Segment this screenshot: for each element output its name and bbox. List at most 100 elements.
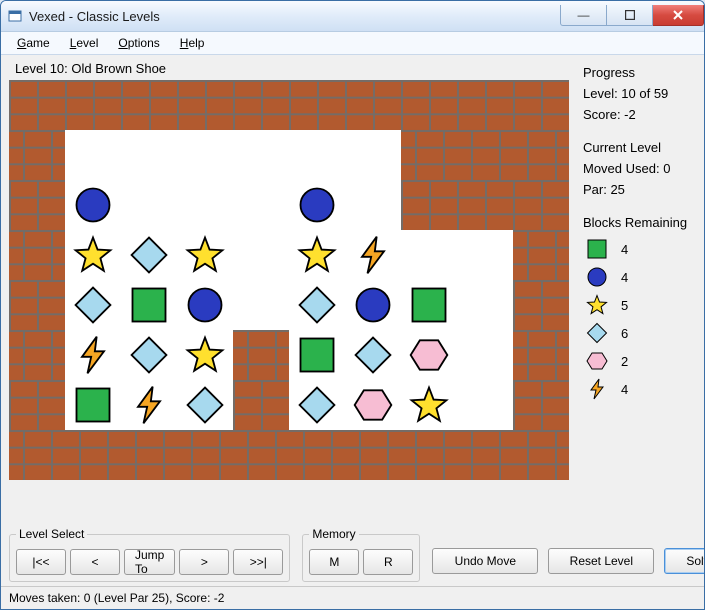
yellow-star-icon [71, 233, 115, 277]
lightblue-diamond-block[interactable] [65, 280, 121, 330]
reset-level-button[interactable]: Reset Level [548, 548, 654, 574]
blocks-remaining-row: 4 [583, 264, 694, 290]
prev-level-button[interactable]: < [70, 549, 120, 575]
first-level-button[interactable]: |<< [16, 549, 66, 575]
client-area: Level 10: Old Brown Shoe Progress Level:… [1, 55, 704, 586]
blocks-remaining-row: 2 [583, 348, 694, 374]
yellow-star-icon [407, 383, 451, 427]
solve-level-button[interactable]: Solve Level [664, 548, 705, 574]
blue-circle-block[interactable] [65, 180, 121, 230]
maximize-button[interactable] [607, 5, 653, 26]
memory-m-button[interactable]: M [309, 549, 359, 575]
green-square-block[interactable] [65, 380, 121, 430]
pink-hexagon-block[interactable] [345, 380, 401, 430]
memory-legend: Memory [309, 527, 358, 541]
lightblue-diamond-block[interactable] [177, 380, 233, 430]
current-moves: Moved Used: 0 [583, 161, 694, 176]
wall-cell [513, 330, 569, 380]
action-buttons: Undo Move Reset Level Solve Level [432, 534, 705, 580]
wall-cell [233, 330, 289, 380]
status-text: Moves taken: 0 (Level Par 25), Score: -2 [9, 591, 224, 605]
wall-cell [513, 430, 569, 480]
menu-help[interactable]: Help [172, 34, 213, 52]
wall-cell [513, 180, 569, 230]
menu-level[interactable]: Level [62, 34, 107, 52]
progress-score: Score: -2 [583, 107, 694, 122]
blue-circle-block[interactable] [345, 280, 401, 330]
lightblue-diamond-block[interactable] [289, 280, 345, 330]
lightblue-diamond-block[interactable] [121, 230, 177, 280]
wall-cell [513, 280, 569, 330]
green-square-icon [127, 283, 171, 327]
yellow-star-block[interactable] [289, 230, 345, 280]
yellow-star-block[interactable] [177, 330, 233, 380]
yellow-bolt-block[interactable] [65, 330, 121, 380]
wall-cell [401, 80, 457, 130]
lightblue-diamond-icon [295, 383, 339, 427]
undo-move-button[interactable]: Undo Move [432, 548, 538, 574]
lightblue-diamond-block[interactable] [121, 330, 177, 380]
wall-cell [177, 430, 233, 480]
yellow-star-block[interactable] [401, 380, 457, 430]
empty-cell [233, 230, 289, 280]
blocks-remaining-count: 5 [621, 298, 628, 313]
wall-cell [345, 430, 401, 480]
lightblue-diamond-block[interactable] [289, 380, 345, 430]
titlebar: Vexed - Classic Levels — [1, 1, 704, 32]
yellow-star-block[interactable] [65, 230, 121, 280]
yellow-star-icon [183, 233, 227, 277]
yellow-star-icon [295, 233, 339, 277]
next-level-button[interactable]: > [179, 549, 229, 575]
menu-game[interactable]: Game [9, 34, 58, 52]
blocks-remaining-row: 6 [583, 320, 694, 346]
yellow-bolt-block[interactable] [345, 230, 401, 280]
wall-cell [401, 430, 457, 480]
memory-r-button[interactable]: R [363, 549, 413, 575]
app-window: Vexed - Classic Levels — Game Level Opti… [0, 0, 705, 610]
yellow-bolt-icon [583, 376, 611, 402]
level-title: Level 10: Old Brown Shoe [7, 59, 571, 80]
jump-to-button[interactable]: Jump To [124, 549, 175, 575]
window-title: Vexed - Classic Levels [29, 9, 560, 24]
blocks-remaining-count: 4 [621, 242, 628, 257]
pink-hexagon-icon [351, 383, 395, 427]
game-board[interactable] [9, 80, 569, 480]
level-select-group: Level Select |<< < Jump To > >>| [9, 534, 290, 582]
green-square-icon [407, 283, 451, 327]
wall-cell [177, 80, 233, 130]
lightblue-diamond-icon [127, 333, 171, 377]
empty-cell [345, 130, 401, 180]
minimize-button[interactable]: — [560, 5, 607, 26]
game-area: Level 10: Old Brown Shoe [7, 59, 571, 530]
close-button[interactable] [653, 5, 704, 26]
statusbar: Moves taken: 0 (Level Par 25), Score: -2 [1, 586, 704, 609]
empty-cell [457, 280, 513, 330]
green-square-block[interactable] [121, 280, 177, 330]
wall-cell [401, 180, 457, 230]
empty-cell [233, 180, 289, 230]
pink-hexagon-block[interactable] [401, 330, 457, 380]
yellow-star-block[interactable] [177, 230, 233, 280]
green-square-block[interactable] [289, 330, 345, 380]
lightblue-diamond-icon [127, 233, 171, 277]
level-select-legend: Level Select [16, 527, 87, 541]
empty-cell [65, 130, 121, 180]
menu-options[interactable]: Options [110, 34, 167, 52]
blocks-remaining-row: 4 [583, 376, 694, 402]
wall-cell [233, 430, 289, 480]
blocks-remaining-row: 5 [583, 292, 694, 318]
last-level-button[interactable]: >>| [233, 549, 283, 575]
upper-area: Level 10: Old Brown Shoe Progress Level:… [7, 59, 698, 530]
blue-circle-block[interactable] [289, 180, 345, 230]
lightblue-diamond-block[interactable] [345, 330, 401, 380]
wall-cell [345, 80, 401, 130]
lightblue-diamond-icon [583, 320, 611, 346]
empty-cell [457, 230, 513, 280]
app-icon [7, 8, 23, 24]
wall-cell [457, 80, 513, 130]
yellow-bolt-icon [71, 333, 115, 377]
green-square-block[interactable] [401, 280, 457, 330]
yellow-bolt-block[interactable] [121, 380, 177, 430]
lower-controls: Level Select |<< < Jump To > >>| Memory … [7, 530, 698, 584]
blue-circle-block[interactable] [177, 280, 233, 330]
